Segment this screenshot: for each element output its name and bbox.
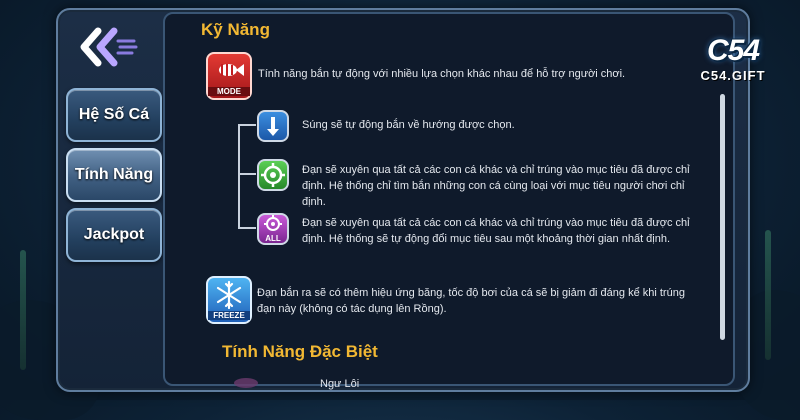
snowflake-icon: [216, 280, 242, 310]
target-all-description: Đạn sẽ xuyên qua tất cả các con cá khác …: [302, 217, 690, 245]
mode-icon-label: MODE: [208, 87, 250, 96]
nav-tab-tinh-nang[interactable]: Tính Năng: [66, 148, 162, 202]
freeze-description: Đạn bắn ra sẽ có thêm hiệu ứng băng, tốc…: [257, 287, 685, 315]
section-title-special: Tính Năng Đặc Biệt: [222, 342, 378, 361]
logo-brand: C54: [706, 34, 760, 67]
tree-connector: [238, 173, 256, 175]
target-lock-button: [257, 159, 289, 191]
brand-logo: C54 C54.GIFT: [688, 34, 778, 104]
crosshair-target-icon: [261, 163, 285, 187]
target-all-icon-label: ALL: [265, 234, 281, 243]
fishbone-mode-icon: [219, 64, 244, 76]
nav-tab-he-so-ca[interactable]: Hệ Số Cá: [66, 88, 162, 142]
nav-tab-label: Tính Năng: [74, 166, 154, 183]
mode-skill-button: MODE: [206, 52, 252, 100]
section-title-skills: Kỹ Năng: [201, 20, 270, 39]
background-seaweed: [20, 250, 26, 370]
nav-tab-jackpot[interactable]: Jackpot: [66, 208, 162, 262]
logo-site: C54.GIFT: [700, 68, 766, 83]
back-button[interactable]: [74, 24, 140, 70]
auto-direction-description: Súng sẽ tự động bắn về hướng được chọn.: [302, 119, 515, 131]
double-chevron-left-icon: [80, 27, 138, 67]
tree-connector: [238, 124, 240, 228]
target-lock-description: Đạn sẽ xuyên qua tất cả các con cá khác …: [302, 164, 690, 208]
tree-connector: [238, 124, 256, 126]
mode-description: Tính năng bắn tự động với nhiều lựa chọn…: [258, 68, 626, 80]
panel-scrollbar[interactable]: [720, 94, 725, 340]
background-seaweed: [765, 230, 771, 360]
nav-tab-label: Hệ Số Cá: [78, 106, 150, 123]
arrow-down-icon: [267, 117, 279, 136]
tree-connector: [238, 227, 256, 229]
crosshair-all-icon: [264, 215, 282, 231]
target-all-button: ALL: [257, 213, 289, 245]
nav-tab-label: Jackpot: [83, 226, 145, 243]
freeze-skill-button: FREEZE: [206, 276, 252, 324]
auto-direction-button: [257, 110, 289, 142]
freeze-icon-label: FREEZE: [208, 311, 250, 320]
torpedo-fish-icon: [234, 378, 258, 388]
special-item-label: Ngư Lôi: [320, 378, 360, 390]
